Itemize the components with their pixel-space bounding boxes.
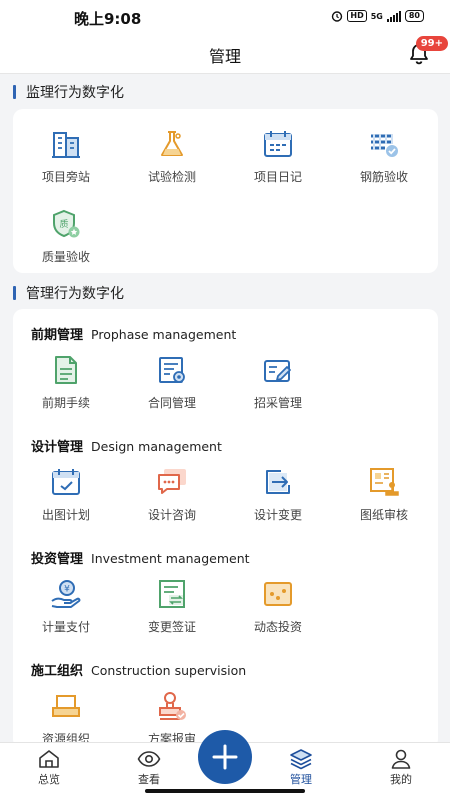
approval-stamp-icon: [159, 692, 186, 720]
bidding-icon: [264, 360, 291, 382]
svg-text:¥: ¥: [64, 585, 70, 595]
group-title-en: Prophase management: [91, 327, 237, 342]
notification-badge: 99+: [415, 36, 448, 51]
page-title: 管理: [208, 47, 241, 66]
tab-label: 总览: [38, 773, 60, 786]
grid-item-drawing-plan[interactable]: 出图计划: [13, 465, 119, 523]
grid-item-resource-organization[interactable]: 资源组织: [13, 689, 119, 747]
contract-icon: [159, 357, 185, 383]
grid-item-project-diary[interactable]: 项目日记: [225, 127, 331, 185]
group-title-cn: 设计管理: [31, 440, 84, 455]
management-card: 前期管理 Prophase management 前期手续 合同管理 招采管理 设…: [13, 309, 438, 749]
svg-text:质: 质: [59, 218, 68, 230]
grid-item-label: 项目日记: [253, 170, 302, 184]
tab-me[interactable]: 我的: [356, 747, 446, 787]
group-title-en: Design management: [91, 439, 222, 454]
grid-item-label: 设计变更: [253, 508, 302, 522]
battery-icon: 80: [404, 10, 424, 22]
calendar-check-icon: [52, 469, 80, 495]
grid-item-label: 设计咨询: [147, 508, 196, 522]
calendar-icon: [264, 131, 292, 157]
flask-icon: [161, 131, 183, 156]
stamp-review-icon: [370, 468, 399, 496]
tab-view[interactable]: 查看: [104, 747, 194, 787]
resource-box-icon: [52, 695, 80, 717]
plus-icon: [212, 744, 238, 770]
tab-label: 查看: [138, 773, 160, 786]
grid-item-label: 钢筋验收: [359, 170, 408, 184]
grid-item-lab-testing[interactable]: 试验检测: [119, 127, 225, 185]
grid-item-label: 前期手续: [41, 396, 90, 410]
grid-item-label: 招采管理: [253, 396, 302, 410]
group-title-design: 设计管理 Design management: [31, 436, 222, 455]
grid-item-project-station[interactable]: 项目旁站: [13, 127, 119, 185]
dots-chart-icon: [264, 582, 292, 606]
section-title: 监理行为数字化: [26, 85, 124, 101]
section-header-management: 管理行为数字化: [13, 283, 124, 303]
user-icon: [391, 749, 411, 769]
home-indicator[interactable]: [145, 789, 305, 793]
add-button[interactable]: [198, 730, 252, 784]
building-icon: [52, 132, 80, 158]
grid-item-design-consulting[interactable]: 设计咨询: [119, 465, 225, 523]
section-header-supervision: 监理行为数字化: [13, 82, 124, 102]
grid-item-rebar-acceptance[interactable]: 钢筋验收: [331, 127, 437, 185]
quality-shield-icon: 质: [53, 209, 80, 238]
grid-item-contract-management[interactable]: 合同管理: [119, 353, 225, 411]
group-title-en: Investment management: [91, 551, 250, 566]
section-accent-bar: [13, 286, 16, 300]
grid-item-quality-acceptance[interactable]: 质 质量验收: [13, 207, 119, 265]
group-title-en: Construction supervision: [91, 663, 247, 678]
group-title-cn: 前期管理: [31, 328, 84, 343]
swap-document-icon: [159, 580, 185, 608]
payment-hand-icon: ¥: [51, 580, 81, 608]
group-title-construction: 施工组织 Construction supervision: [31, 660, 246, 679]
grid-item-label: 计量支付: [41, 620, 90, 634]
tab-label: 管理: [290, 773, 312, 786]
tab-overview[interactable]: 总览: [4, 747, 94, 787]
grid-item-dynamic-investment[interactable]: 动态投资: [225, 577, 331, 635]
section-accent-bar: [13, 85, 16, 99]
grid-item-label: 合同管理: [147, 396, 196, 410]
tab-label: 我的: [390, 773, 412, 786]
status-icons: HD 5G 80: [331, 10, 424, 22]
status-time: 晚上9:08: [74, 10, 142, 28]
grid-item-change-visa[interactable]: 变更签证: [119, 577, 225, 635]
home-icon: [39, 750, 59, 768]
grid-item-label: 质量验收: [41, 250, 90, 264]
group-title-investment: 投资管理 Investment management: [31, 548, 250, 567]
export-icon: [266, 470, 290, 494]
nav-bar: 管理 99+: [0, 34, 450, 74]
grid-item-preliminary-procedures[interactable]: 前期手续: [13, 353, 119, 411]
network-type: 5G: [370, 11, 383, 21]
grid-item-label: 图纸审核: [359, 508, 408, 522]
rebar-check-icon: [371, 134, 398, 157]
section-title: 管理行为数字化: [26, 286, 124, 302]
grid-item-drawing-review[interactable]: 图纸审核: [331, 465, 437, 523]
group-title-cn: 投资管理: [31, 552, 84, 567]
tab-management[interactable]: 管理: [256, 747, 346, 787]
alarm-icon: [332, 11, 343, 22]
grid-item-label: 动态投资: [253, 620, 302, 634]
status-bar: 晚上9:08 HD 5G 80: [0, 0, 450, 34]
grid-item-label: 变更签证: [147, 620, 196, 634]
hd-badge: HD: [347, 10, 367, 22]
supervision-card: 项目旁站 试验检测 项目日记 钢筋验收 质 质量验收: [13, 109, 438, 273]
group-title-prophase: 前期管理 Prophase management: [31, 324, 236, 343]
grid-item-bidding-management[interactable]: 招采管理: [225, 353, 331, 411]
grid-item-design-change[interactable]: 设计变更: [225, 465, 331, 523]
grid-item-measurement-payment[interactable]: ¥ 计量支付: [13, 577, 119, 635]
grid-item-label: 出图计划: [41, 508, 90, 522]
chat-icon: [158, 469, 186, 494]
grid-item-label: 项目旁站: [41, 170, 90, 184]
document-icon: [55, 356, 77, 384]
eye-icon: [137, 751, 161, 767]
layers-icon: [290, 749, 312, 770]
group-title-cn: 施工组织: [31, 664, 84, 679]
signal-icon: [386, 10, 401, 22]
grid-item-label: 试验检测: [147, 170, 196, 184]
